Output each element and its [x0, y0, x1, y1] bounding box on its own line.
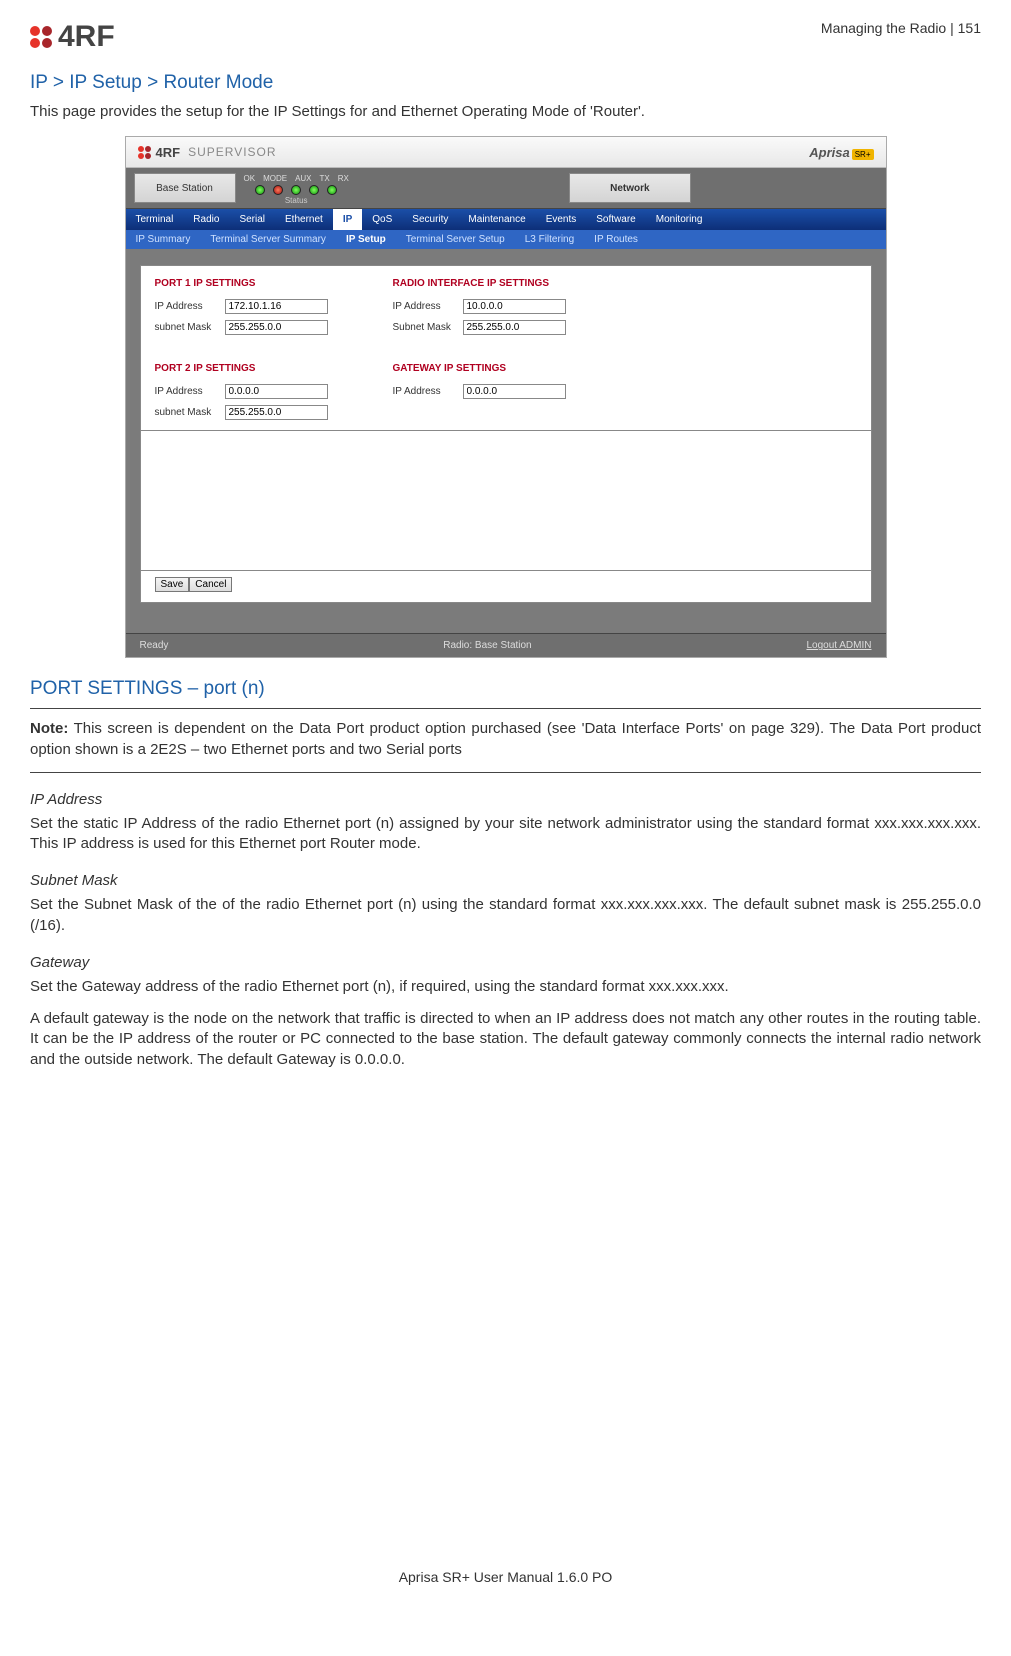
- logo: 4RF: [30, 20, 115, 54]
- network-box[interactable]: Network: [569, 173, 691, 203]
- port2-mask-input[interactable]: [225, 405, 328, 420]
- radioif-ip-label: IP Address: [393, 301, 463, 312]
- divider: [30, 708, 981, 709]
- port1-ip-label: IP Address: [155, 301, 225, 312]
- port2-title: PORT 2 IP SETTINGS: [155, 363, 365, 374]
- subtab-l3-filtering[interactable]: L3 Filtering: [515, 230, 584, 249]
- port2-mask-label: subnet Mask: [155, 407, 225, 418]
- subnet-heading: Subnet Mask: [30, 872, 981, 889]
- gateway-text1: Set the Gateway address of the radio Eth…: [30, 977, 981, 997]
- logo-text: 4RF: [58, 20, 115, 54]
- base-station-box[interactable]: Base Station: [134, 173, 236, 203]
- supervisor-screenshot: 4RF SUPERVISOR AprisaSR+ Base Station OK…: [125, 136, 887, 658]
- ipaddr-text: Set the static IP Address of the radio E…: [30, 814, 981, 855]
- tab-ethernet[interactable]: Ethernet: [275, 209, 333, 230]
- tab-software[interactable]: Software: [586, 209, 645, 230]
- tab-maintenance[interactable]: Maintenance: [458, 209, 535, 230]
- subtab-terminal-server-setup[interactable]: Terminal Server Setup: [396, 230, 515, 249]
- main-tabs: Terminal Radio Serial Ethernet IP QoS Se…: [126, 209, 886, 230]
- tab-events[interactable]: Events: [536, 209, 587, 230]
- led-rx-icon: [327, 185, 337, 195]
- port-settings-heading: PORT SETTINGS – port (n): [30, 678, 981, 700]
- port2-ip-input[interactable]: [225, 384, 328, 399]
- footer-ready: Ready: [140, 640, 169, 651]
- note-block: Note: This screen is dependent on the Da…: [30, 719, 981, 760]
- radioif-mask-input[interactable]: [463, 320, 566, 335]
- gateway-ip-label: IP Address: [393, 386, 463, 397]
- led-mode-icon: [273, 185, 283, 195]
- sv-brand: 4RF: [156, 145, 181, 160]
- gateway-text2: A default gateway is the node on the net…: [30, 1009, 981, 1070]
- tab-qos[interactable]: QoS: [362, 209, 402, 230]
- cancel-button[interactable]: Cancel: [189, 577, 232, 592]
- ipaddr-heading: IP Address: [30, 791, 981, 808]
- radioif-mask-label: Subnet Mask: [393, 322, 463, 333]
- port1-ip-input[interactable]: [225, 299, 328, 314]
- tab-ip[interactable]: IP: [333, 209, 362, 230]
- intro-text: This page provides the setup for the IP …: [30, 102, 981, 122]
- led-aux-icon: [291, 185, 301, 195]
- tab-monitoring[interactable]: Monitoring: [646, 209, 713, 230]
- port1-mask-input[interactable]: [225, 320, 328, 335]
- footer-radio: Radio: Base Station: [443, 640, 531, 651]
- subtab-ip-setup[interactable]: IP Setup: [336, 230, 396, 249]
- radioif-title: RADIO INTERFACE IP SETTINGS: [393, 278, 613, 289]
- gateway-ip-input[interactable]: [463, 384, 566, 399]
- logo-dots-icon: [30, 26, 52, 48]
- gateway-heading: Gateway: [30, 954, 981, 971]
- page-footer: Aprisa SR+ User Manual 1.6.0 PO: [0, 1569, 1011, 1585]
- led-tx-icon: [309, 185, 319, 195]
- divider: [30, 772, 981, 773]
- gateway-title: GATEWAY IP SETTINGS: [393, 363, 613, 374]
- sv-logo-icon: [138, 146, 151, 159]
- subtab-terminal-server-summary[interactable]: Terminal Server Summary: [200, 230, 336, 249]
- tab-radio[interactable]: Radio: [183, 209, 229, 230]
- led-ok-icon: [255, 185, 265, 195]
- port1-title: PORT 1 IP SETTINGS: [155, 278, 365, 289]
- save-button[interactable]: Save: [155, 577, 190, 592]
- port2-ip-label: IP Address: [155, 386, 225, 397]
- sv-supervisor: SUPERVISOR: [188, 145, 276, 159]
- logout-link[interactable]: Logout ADMIN: [806, 640, 871, 651]
- page-title: IP > IP Setup > Router Mode: [30, 72, 981, 94]
- subtab-ip-routes[interactable]: IP Routes: [584, 230, 648, 249]
- tab-security[interactable]: Security: [402, 209, 458, 230]
- page-meta: Managing the Radio | 151: [821, 20, 981, 36]
- status-leds: OK MODE AUX TX RX Status: [244, 168, 349, 208]
- radioif-ip-input[interactable]: [463, 299, 566, 314]
- subtab-ip-summary[interactable]: IP Summary: [126, 230, 201, 249]
- subnet-text: Set the Subnet Mask of the of the radio …: [30, 895, 981, 936]
- tab-serial[interactable]: Serial: [229, 209, 275, 230]
- port1-mask-label: subnet Mask: [155, 322, 225, 333]
- sub-tabs: IP Summary Terminal Server Summary IP Se…: [126, 230, 886, 249]
- tab-terminal[interactable]: Terminal: [126, 209, 184, 230]
- aprisa-badge: AprisaSR+: [809, 145, 873, 160]
